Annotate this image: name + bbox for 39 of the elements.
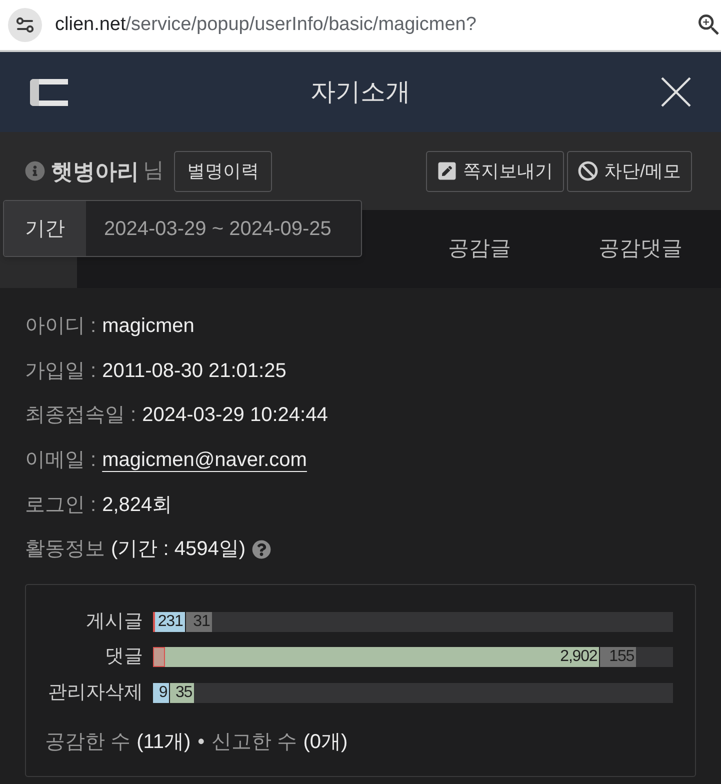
tooltip-value: 2024-03-29 ~ 2024-09-25 — [103, 216, 332, 242]
url-field[interactable]: clien.net/service/popup/userInfo/basic/magicmen? — [55, 13, 695, 37]
stat-label: 신고한 수 — [212, 730, 298, 755]
field-label: 아이디 : — [25, 314, 96, 340]
field-label: 최종접속일 : — [25, 403, 136, 428]
field-value: 2024-03-29 10:24:44 — [142, 403, 328, 428]
field-value: 2011-08-30 21:01:25 — [102, 358, 286, 384]
stat-value: (11개) — [136, 730, 191, 755]
bar-label: 게시글 — [85, 612, 143, 632]
logo-icon — [30, 78, 68, 106]
activity-period: (기간 : 4594일) — [111, 537, 246, 562]
stat-label: 공감한 수 — [45, 730, 131, 755]
bar-segment: 9 — [153, 682, 170, 703]
field-value: 2,824회 — [102, 492, 172, 518]
send-message-button[interactable]: 쪽지보내기 — [426, 150, 564, 192]
nickname-history-button[interactable]: 별명이력 — [174, 150, 272, 192]
help-icon[interactable] — [252, 540, 272, 559]
activity-label: 활동정보 — [25, 537, 105, 562]
bar-label: 관리자삭제 — [47, 682, 143, 703]
field-label: 로그인 : — [25, 492, 96, 518]
field-label: 이메일 : — [25, 448, 96, 474]
page-info-icon[interactable] — [8, 8, 42, 42]
bar-label: 댓글 — [104, 647, 143, 668]
stat-value: (0개) — [303, 730, 348, 755]
ban-icon — [578, 161, 598, 181]
popup-title: 자기소개 — [310, 77, 410, 108]
field-label: 가입일 : — [25, 358, 96, 384]
separator-dot: • — [198, 730, 205, 755]
nickname: 햇병아리 — [51, 158, 139, 186]
block-memo-button[interactable]: 차단/메모 — [566, 150, 692, 192]
close-icon[interactable] — [661, 77, 691, 107]
tab[interactable]: 공감댓글 — [598, 233, 682, 265]
bar-segment: 231 — [153, 612, 186, 632]
info-icon — [25, 161, 45, 181]
tooltip-label: 기간 — [4, 201, 86, 256]
email-link[interactable]: magicmen@naver.com — [102, 445, 307, 476]
tab[interactable]: 공감글 — [448, 233, 511, 265]
nickname-suffix: 님 — [143, 158, 164, 184]
field-value: magicmen — [102, 314, 194, 340]
